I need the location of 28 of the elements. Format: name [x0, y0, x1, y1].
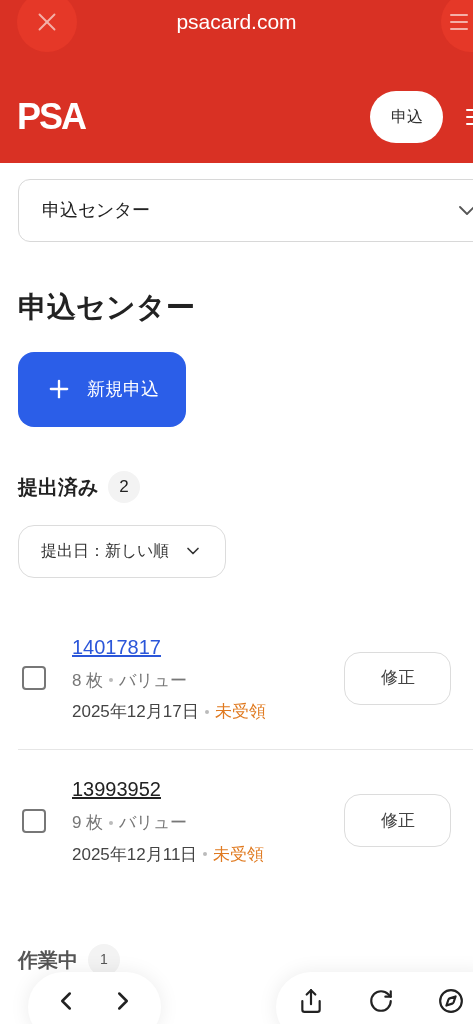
- apply-button[interactable]: 申込: [370, 91, 443, 143]
- sort-dropdown[interactable]: 提出日：新しい順: [18, 524, 226, 578]
- service-level: バリュー: [119, 812, 188, 834]
- compass-icon[interactable]: [438, 988, 464, 1014]
- service-level: バリュー: [119, 669, 188, 692]
- logo[interactable]: PSA: [17, 90, 86, 144]
- edit-button[interactable]: 修正: [344, 794, 451, 847]
- submission-date: 2025年12月11日: [72, 843, 198, 866]
- count-badge: 2: [108, 470, 140, 503]
- new-application-button[interactable]: 新規申込: [18, 351, 186, 427]
- share-icon[interactable]: [298, 988, 324, 1014]
- section-title: 提出済み: [18, 474, 98, 500]
- page-title: 申込センター: [18, 290, 196, 325]
- chevron-down-icon: [459, 206, 473, 215]
- center-select[interactable]: 申込センター: [18, 179, 473, 242]
- order-checkbox[interactable]: [22, 666, 46, 690]
- reload-icon[interactable]: [368, 988, 394, 1014]
- order-number-link[interactable]: 13993952: [72, 774, 161, 804]
- order-checkbox[interactable]: [22, 808, 46, 833]
- edit-button[interactable]: 修正: [344, 651, 451, 705]
- order-number-link[interactable]: 14017817: [72, 631, 161, 662]
- status-text: 未受領: [213, 843, 265, 866]
- address-text: psacard.com: [176, 9, 297, 36]
- card-count: 8 枚: [72, 669, 104, 692]
- card-count: 9 枚: [72, 812, 104, 834]
- submission-date: 2025年12月17日: [72, 701, 199, 723]
- section-title: 作業中: [18, 947, 78, 973]
- status-text: 未受領: [214, 701, 266, 723]
